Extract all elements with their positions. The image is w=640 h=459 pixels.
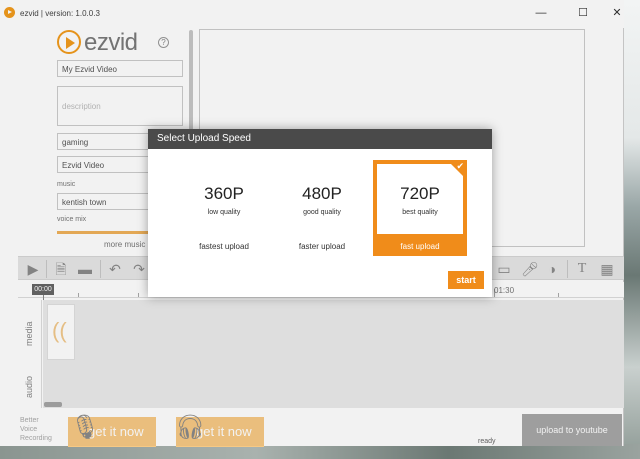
option-speed: faster upload (298, 242, 346, 251)
option-360p[interactable]: 360P low quality fastest upload (177, 160, 271, 256)
option-quality: good quality (303, 209, 341, 216)
option-720p[interactable]: ✔ 720P best quality fast upload (373, 160, 467, 256)
option-resolution: 480P (302, 184, 342, 203)
desktop-background-right (624, 0, 640, 459)
start-button[interactable]: start (448, 271, 484, 289)
option-quality: low quality (207, 209, 241, 216)
dialog-title: Select Upload Speed (148, 129, 492, 149)
checkmark-icon: ✔ (456, 161, 464, 171)
app-window: ezvid | version: 1.0.0.3 — ☐ ✕ ezvid ? M… (0, 0, 624, 447)
upload-speed-dialog: Select Upload Speed 360P low quality fas… (148, 129, 492, 297)
option-quality: best quality (402, 209, 438, 216)
option-speed: fast upload (400, 242, 440, 251)
option-480p[interactable]: 480P good quality faster upload (275, 160, 369, 256)
option-resolution: 360P (204, 184, 244, 203)
option-resolution: 720P (400, 184, 440, 203)
option-speed: fastest upload (199, 242, 249, 251)
